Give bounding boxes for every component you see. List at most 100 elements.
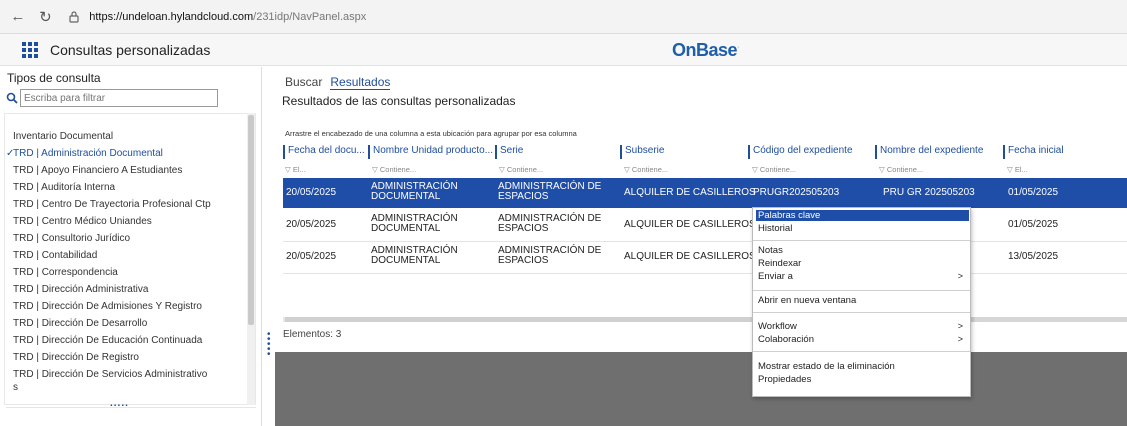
- query-type-label: TRD | Dirección De Registro: [13, 352, 139, 363]
- back-icon[interactable]: ←: [8, 7, 28, 27]
- cell-subserie: ALQUILER DE CASILLEROS: [624, 251, 756, 262]
- cell-unidad: ADMINISTRACIÓN DOCUMENTAL: [371, 182, 458, 202]
- column-filter[interactable]: ▽ El...: [1007, 165, 1028, 174]
- cell-nombre: PRU GR 202505203: [883, 187, 975, 198]
- tab-buscar[interactable]: Buscar: [285, 75, 322, 90]
- query-type-item[interactable]: TRD | Auditoría Interna: [13, 181, 115, 194]
- column-header-fecha-inicial[interactable]: Fecha inicial: [1003, 145, 1064, 159]
- chevron-right-icon: >: [957, 321, 963, 331]
- column-filter[interactable]: ▽ Contiene...: [752, 165, 796, 174]
- query-type-label: TRD | Correspondencia: [13, 267, 118, 278]
- menu-item-enviar-a[interactable]: Enviar a >: [756, 271, 969, 282]
- cell-unidad: ADMINISTRACIÓN DOCUMENTAL: [371, 214, 458, 234]
- query-type-item[interactable]: Inventario Documental: [13, 130, 113, 143]
- query-type-item[interactable]: TRD | Dirección De Servicios Administrat…: [13, 368, 207, 381]
- query-type-item[interactable]: TRD | Contabilidad: [13, 249, 97, 262]
- menu-item-estado-eliminacion[interactable]: Mostrar estado de la eliminación: [756, 361, 969, 372]
- query-type-list: Inventario Documental ✓ TRD | Administraci…: [4, 113, 256, 405]
- query-type-item[interactable]: TRD | Correspondencia: [13, 266, 118, 279]
- cell-codigo: PRUGR202505203: [753, 187, 840, 198]
- menu-separator: [753, 312, 970, 313]
- column-filter[interactable]: ▽ Contiene...: [372, 165, 416, 174]
- tab-resultados[interactable]: Resultados: [330, 75, 391, 90]
- query-type-item[interactable]: s: [13, 381, 18, 394]
- cell-fecha-inicial: 01/05/2025: [1008, 219, 1059, 230]
- cell-subserie: ALQUILER DE CASILLEROS: [624, 219, 756, 230]
- query-type-label: TRD | Dirección De Servicios Administrat…: [13, 369, 208, 380]
- url-path: /231idp/NavPanel.aspx: [253, 10, 367, 23]
- chevron-right-icon: >: [957, 334, 963, 344]
- query-type-label: TRD | Auditoría Interna: [13, 182, 116, 193]
- context-menu: Palabras clave Historial Notas Reindexar…: [752, 207, 971, 397]
- row-divider: [283, 273, 1127, 274]
- column-header-fecha-documento[interactable]: Fecha del docu...: [283, 145, 365, 159]
- menu-item-label: Historial: [758, 223, 793, 234]
- scrollbar-thumb[interactable]: [248, 115, 254, 325]
- cell-serie: ADMINISTRACIÓN DE ESPACIOS: [498, 246, 601, 266]
- address-bar[interactable]: https://undeloan.hylandcloud.com/231idp/…: [67, 6, 1127, 28]
- menu-item-colaboracion[interactable]: Colaboración >: [756, 334, 969, 345]
- column-header-nombre-expediente[interactable]: Nombre del expediente: [875, 145, 983, 159]
- menu-item-workflow[interactable]: Workflow >: [756, 321, 969, 332]
- onbase-logo: OnBase·: [672, 40, 739, 61]
- column-filter[interactable]: ▽ Contiene...: [879, 165, 923, 174]
- list-scrollbar[interactable]: [247, 113, 255, 405]
- panel-footer: [6, 407, 256, 426]
- results-panel: Buscar Resultados Resultados de las cons…: [275, 67, 1127, 426]
- cell-subserie: ALQUILER DE CASILLEROS: [624, 187, 756, 198]
- query-type-item[interactable]: TRD | Dirección De Admisiones Y Registro: [13, 300, 202, 313]
- app-menu-icon[interactable]: [22, 41, 38, 58]
- app-title: Consultas personalizadas: [50, 41, 211, 58]
- query-type-item[interactable]: TRD | Dirección De Educación Continuada: [13, 334, 202, 347]
- query-type-item[interactable]: TRD | Consultorio Jurídico: [13, 232, 130, 245]
- menu-item-label: Abrir en nueva ventana: [758, 295, 857, 306]
- menu-item-abrir-nueva-ventana[interactable]: Abrir en nueva ventana: [756, 295, 969, 306]
- column-filter[interactable]: ▽ Contiene...: [499, 165, 543, 174]
- query-types-panel: Tipos de consulta Inventario Documental ✓…: [0, 67, 262, 426]
- menu-item-propiedades[interactable]: Propiedades: [756, 374, 969, 385]
- search-icon: [6, 92, 18, 104]
- filter-row: [6, 89, 218, 107]
- query-type-label: TRD | Administración Documental: [13, 148, 163, 159]
- menu-item-label: Propiedades: [758, 374, 812, 385]
- query-type-item[interactable]: TRD | Centro Médico Uniandes: [13, 215, 152, 228]
- items-count: Elementos: 3: [283, 329, 342, 340]
- check-icon: ✓: [6, 148, 15, 159]
- reload-icon[interactable]: ↻: [36, 7, 56, 27]
- cell-fecha: 20/05/2025: [286, 251, 337, 262]
- query-type-item[interactable]: TRD | Dirección De Desarrollo: [13, 317, 147, 330]
- query-type-item[interactable]: ✓ TRD | Administración Documental: [6, 147, 163, 160]
- query-type-item[interactable]: TRD | Dirección Administrativa: [13, 283, 148, 296]
- results-title: Resultados de las consultas personalizad…: [282, 94, 516, 108]
- table-row[interactable]: 20/05/2025 ADMINISTRACIÓN DOCUMENTAL ADMI…: [283, 178, 1127, 208]
- menu-item-historial[interactable]: Historial: [756, 223, 969, 234]
- table-row[interactable]: 20/05/2025 ADMINISTRACIÓN DOCUMENTAL ADMI…: [283, 210, 1127, 240]
- table-row[interactable]: 20/05/2025 ADMINISTRACIÓN DOCUMENTAL ADMI…: [283, 242, 1127, 272]
- menu-item-label: Colaboración: [758, 334, 814, 345]
- column-header-codigo-expediente[interactable]: Código del expediente: [748, 145, 853, 159]
- logo-mark: ·: [737, 44, 739, 51]
- panel-splitter-handle[interactable]: • • • • •: [267, 330, 271, 360]
- column-header-serie[interactable]: Serie: [495, 145, 523, 159]
- horizontal-scrollbar-track[interactable]: [975, 317, 1127, 322]
- query-type-label: TRD | Centro De Trayectoria Profesional …: [13, 199, 211, 210]
- query-type-item[interactable]: TRD | Apoyo Financiero A Estudiantes: [13, 164, 182, 177]
- logo-text: OnBase: [672, 40, 738, 60]
- column-header-subserie[interactable]: Subserie: [620, 145, 664, 159]
- cell-unidad-line2: DOCUMENTAL: [371, 191, 441, 202]
- menu-item-reindexar[interactable]: Reindexar: [756, 258, 969, 269]
- menu-item-label: Reindexar: [758, 258, 802, 269]
- menu-item-label: Notas: [758, 245, 783, 256]
- query-type-item[interactable]: TRD | Centro De Trayectoria Profesional …: [13, 198, 211, 211]
- column-filter[interactable]: ▽ El...: [285, 165, 306, 174]
- group-by-hint: Arrastre el encabezado de una columna a …: [285, 129, 577, 138]
- url-domain: https://undeloan.hylandcloud.com: [89, 10, 254, 23]
- cell-serie-line2: ESPACIOS: [498, 255, 549, 266]
- menu-item-palabras-clave[interactable]: Palabras clave: [756, 210, 969, 221]
- column-header-unidad-productora[interactable]: Nombre Unidad producto...: [368, 145, 493, 159]
- menu-item-notas[interactable]: Notas: [756, 245, 969, 256]
- column-filter[interactable]: ▽ Contiene...: [624, 165, 668, 174]
- menu-separator: [753, 351, 970, 352]
- query-type-item[interactable]: TRD | Dirección De Registro: [13, 351, 139, 364]
- filter-input[interactable]: [20, 89, 218, 107]
